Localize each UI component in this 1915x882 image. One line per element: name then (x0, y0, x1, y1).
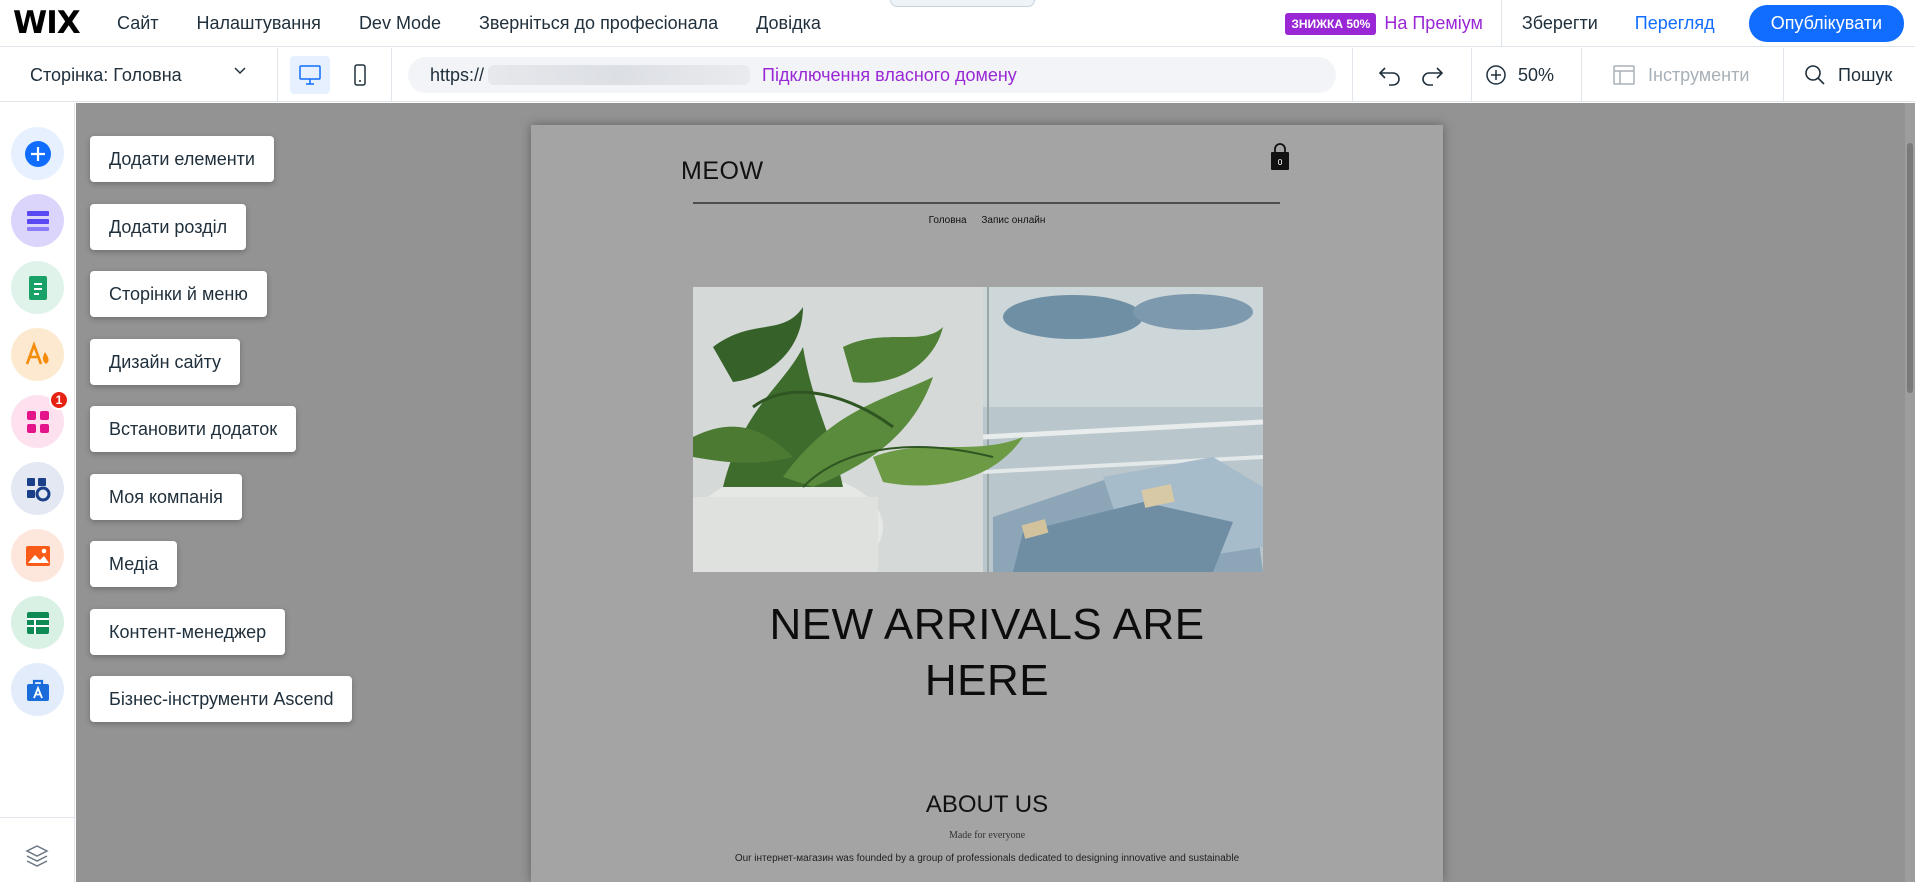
site-design-button[interactable] (11, 328, 64, 381)
site-canvas[interactable]: MEOW 0 Головна Запис онлайн NEW ARRIVALS… (531, 125, 1443, 882)
site-nav-menu: Головна Запис онлайн (531, 215, 1443, 226)
about-title[interactable]: ABOUT US (531, 791, 1443, 819)
zoom-control[interactable]: 50% (1485, 48, 1554, 102)
site-url-bar[interactable]: https:// Підключення власного домену (408, 57, 1336, 93)
connect-domain-link[interactable]: Підключення власного домену (762, 65, 1017, 86)
search-label: Пошук (1838, 64, 1893, 85)
label-pages-menus[interactable]: Сторінки й меню (90, 271, 267, 317)
label-site-design[interactable]: Дизайн сайту (90, 339, 241, 385)
label-add-apps[interactable]: Встановити додаток (90, 406, 297, 452)
menu-settings[interactable]: Налаштування (197, 13, 321, 34)
divider (1581, 48, 1582, 102)
top-actions: ЗНИЖКА 50% На Преміум Зберегти Перегляд … (1285, 0, 1915, 47)
table-icon (26, 611, 49, 634)
design-icon (25, 340, 49, 364)
site-logo[interactable]: MEOW (681, 157, 764, 186)
undo-icon[interactable] (1377, 63, 1403, 87)
label-my-business[interactable]: Моя компанія (90, 474, 242, 520)
apps-grid-icon (26, 410, 49, 433)
menu-dev-mode[interactable]: Dev Mode (359, 13, 441, 34)
notification-badge: 1 (49, 390, 69, 410)
publish-button[interactable]: Опублікувати (1748, 5, 1904, 42)
menu-hire-professional[interactable]: Зверніться до професіонала (479, 13, 718, 34)
preview-button[interactable]: Перегляд (1635, 13, 1715, 34)
layers-icon[interactable] (24, 843, 50, 869)
ascend-tools-button[interactable] (11, 663, 64, 716)
tools-panel-icon (1613, 65, 1635, 85)
hero-title[interactable]: NEW ARRIVALS ARE HERE (531, 597, 1443, 709)
left-rail: 1 (0, 103, 75, 882)
plus-circle-icon (24, 140, 51, 167)
about-subtitle[interactable]: Made for everyone (531, 830, 1443, 841)
label-add-elements[interactable]: Додати елементи (90, 136, 274, 182)
menu-help[interactable]: Довідка (756, 13, 821, 34)
mobile-view-button[interactable] (340, 56, 380, 94)
add-apps-button[interactable]: 1 (11, 390, 69, 448)
image-icon (25, 545, 50, 566)
menu-site[interactable]: Сайт (117, 13, 159, 34)
main-menu: Сайт Налаштування Dev Mode Зверніться до… (117, 13, 859, 34)
hero-image[interactable] (693, 287, 1263, 572)
top-drag-handle[interactable] (890, 0, 1035, 7)
scrollbar-thumb[interactable] (1907, 143, 1913, 393)
tools-button[interactable]: Інструменти (1612, 48, 1749, 102)
my-business-button[interactable] (11, 462, 64, 515)
tools-label: Інструменти (1648, 64, 1750, 85)
divider (1352, 48, 1353, 102)
site-nav-booking[interactable]: Запис онлайн (981, 215, 1045, 226)
hero-title-line-1: NEW ARRIVALS ARE (769, 600, 1205, 649)
top-bar: WIX Сайт Налаштування Dev Mode Звернітьс… (0, 0, 1915, 47)
page-icon (28, 275, 47, 300)
divider (1783, 48, 1784, 102)
redo-icon[interactable] (1419, 63, 1445, 87)
label-content-manager[interactable]: Контент-менеджер (90, 609, 286, 655)
divider (1471, 48, 1472, 102)
mobile-icon (354, 64, 366, 86)
media-button[interactable] (11, 529, 64, 582)
add-elements-button[interactable] (11, 127, 64, 180)
pages-menus-button[interactable] (11, 261, 64, 314)
label-add-section[interactable]: Додати розділ (90, 204, 247, 250)
page-selector[interactable]: Сторінка: Головна (0, 48, 278, 102)
label-ascend-tools[interactable]: Бізнес-інструменти Ascend (90, 676, 353, 722)
zoom-in-icon (1486, 65, 1506, 85)
hero-title-line-2: HERE (924, 656, 1050, 705)
chevron-down-icon (234, 67, 246, 75)
upgrade-premium-link[interactable]: На Преміум (1384, 13, 1483, 34)
divider (0, 817, 75, 818)
label-media[interactable]: Медіа (90, 541, 178, 587)
save-button[interactable]: Зберегти (1522, 13, 1598, 34)
search-button[interactable]: Пошук (1804, 48, 1892, 102)
plants-and-jeans-photo (693, 287, 1263, 572)
url-prefix: https:// (430, 64, 485, 85)
editor-workspace[interactable]: MEOW 0 Головна Запис онлайн NEW ARRIVALS… (76, 103, 1915, 882)
section-icon (26, 210, 49, 231)
add-section-button[interactable] (11, 194, 64, 247)
sale-badge[interactable]: ЗНИЖКА 50% (1285, 12, 1377, 35)
content-manager-button[interactable] (11, 596, 64, 649)
about-text[interactable]: Our інтернет-магазин was founded by a gr… (531, 853, 1443, 864)
header-divider (693, 202, 1280, 204)
page-selector-label: Сторінка: Головна (30, 64, 182, 85)
divider (391, 48, 392, 102)
divider (1500, 0, 1502, 47)
workspace-scrollbar[interactable] (1905, 103, 1915, 882)
shopping-bag-icon[interactable]: 0 (1269, 143, 1291, 171)
wix-logo[interactable]: WIX (13, 5, 105, 41)
business-gear-icon (26, 477, 50, 501)
zoom-level: 50% (1518, 64, 1555, 85)
briefcase-icon (26, 679, 49, 701)
site-nav-home[interactable]: Головна (929, 215, 967, 226)
search-icon (1805, 65, 1825, 85)
editor-toolbar: Сторінка: Головна https:// Підключення в… (0, 48, 1915, 102)
svg-text:0: 0 (1277, 158, 1282, 167)
url-address-blurred (488, 65, 751, 85)
desktop-view-button[interactable] (290, 56, 330, 94)
desktop-icon (299, 65, 321, 85)
